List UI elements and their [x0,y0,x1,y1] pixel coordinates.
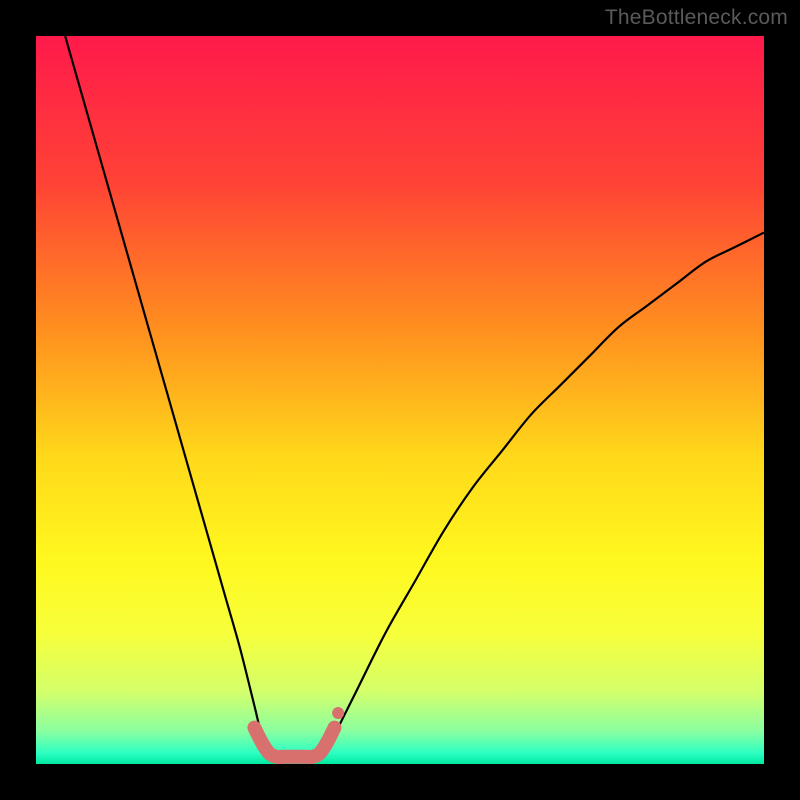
bottleneck-curve-right [320,233,764,757]
bottleneck-curve-left [65,36,276,757]
plot-area [36,36,764,764]
optimal-range-marker [254,707,344,757]
watermark-text: TheBottleneck.com [605,6,788,30]
curve-layer [36,36,764,764]
chart-frame: TheBottleneck.com [0,0,800,800]
